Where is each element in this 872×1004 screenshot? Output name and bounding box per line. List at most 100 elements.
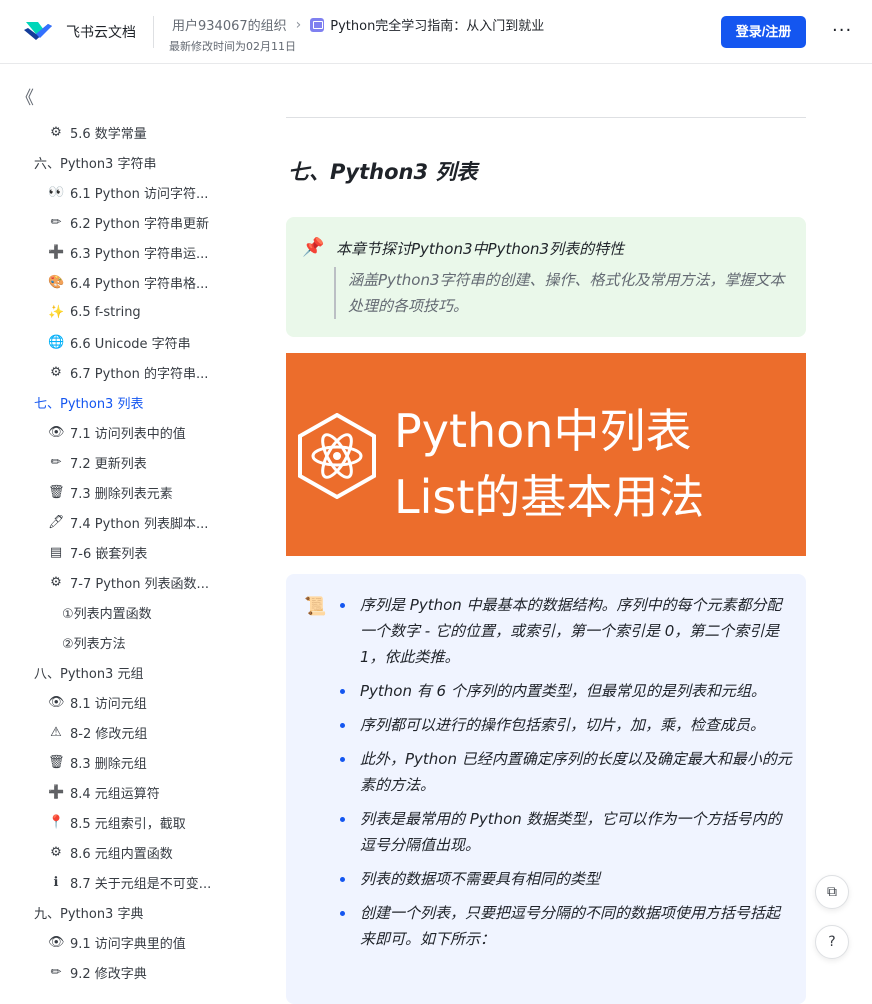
eye-icon: 👁 [48,934,65,950]
toc-item-label: 8-2 修改元组 [70,726,148,742]
login-register-button[interactable]: 登录/注册 [721,16,806,48]
toc-item-label: 6.4 Python 字符串格... [70,276,209,292]
toc-item-label: 9.2 修改字典 [70,966,147,982]
toc-item[interactable]: ➕ 8.4 元组运算符 [48,782,160,802]
toc-item[interactable]: ✏ 7.2 更新列表 [48,452,147,472]
toc-item[interactable]: ⚙ 5.6 数学常量 [48,122,147,142]
toc-item-label: 6.5 f-string [70,304,141,320]
toc-item-label: 7.1 访问列表中的值 [70,426,186,442]
breadcrumb-org[interactable]: 用户934067的组织 [172,15,287,34]
pencil-icon: ✏ [50,454,62,470]
globe-icon: 🌐 [48,334,65,350]
toc-item-label: 6.6 Unicode 字符串 [70,336,191,352]
toc-item[interactable]: ⚠ 8-2 修改元组 [48,722,147,742]
toc-item[interactable]: 🗑 7.3 删除列表元素 [48,482,173,502]
brand-name[interactable]: 飞书云文档 [66,22,136,42]
document-action-icon[interactable]: ⧉ [815,875,849,909]
toc-item-label: 6.3 Python 字符串运... [70,246,209,262]
list-item: 序列是 Python 中最基本的数据结构。序列中的每个元素都分配一个数字 - 它… [340,592,792,670]
sparkles-icon: ✨ [48,304,65,320]
eye-icon: 👁 [48,424,65,440]
toc-item[interactable]: ⚙ 7-7 Python 列表函数... [48,572,209,592]
list-item: 序列都可以进行的操作包括索引，切片，加，乘，检查成员。 [340,712,792,738]
eyes-icon: 👀 [48,184,65,200]
toc-item-label: 七、Python3 列表 [34,396,144,412]
react-atom-icon [298,413,376,499]
callout-block: 📌 本章节探讨Python3中Python3列表的特性 涵盖Python3字符串… [286,217,806,337]
help-icon[interactable]: ? [815,925,849,959]
pencil-icon: ✏ [50,214,62,230]
breadcrumb: 用户934067的组织 › Python完全学习指南：从入门到就业 [172,15,544,35]
toc-item-label: 六、Python3 字符串 [34,156,157,172]
plus-icon: ➕ [48,244,65,260]
toc-item-label: 6.1 Python 访问字符... [70,186,209,202]
scroll-icon: 📜 [304,596,327,617]
eye-icon: 👁 [48,694,65,710]
toc-item-label: 九、Python3 字典 [34,906,144,922]
warning-icon: ⚠ [50,724,62,740]
toc-item[interactable]: 👀 6.1 Python 访问字符... [48,182,208,202]
toc-item-label: 8.1 访问元组 [70,696,147,712]
top-bar: 飞书云文档 用户934067的组织 › Python完全学习指南：从入门到就业 … [0,0,872,64]
list-item: 此外，Python 已经内置确定序列的长度以及确定最大和最小的元素的方法。 [340,746,792,798]
toc-item-label: 8.6 元组内置函数 [70,846,173,862]
toc-item[interactable]: ⚙ 6.7 Python 的字符串... [48,362,208,382]
divider [286,117,806,118]
toc-item-label: ②列表方法 [62,636,126,652]
toc-item-label: ①列表内置函数 [62,606,152,622]
toc-item[interactable]: ②列表方法 [62,632,126,652]
pushpin-icon: 📌 [302,237,325,258]
toc-item[interactable]: 🖊 7.4 Python 列表脚本... [48,512,208,532]
banner-image: Python中列表 List的基本用法 [286,353,806,556]
toc-item[interactable]: ➕ 6.3 Python 字符串运... [48,242,208,262]
toc-item[interactable]: 八、Python3 元组 [34,662,143,682]
toc-item[interactable]: 🌐 6.6 Unicode 字符串 [48,332,191,352]
list-callout-block: 📜 序列是 Python 中最基本的数据结构。序列中的每个元素都分配一个数字 -… [286,574,806,1004]
toc-item-label: 7-7 Python 列表函数... [70,576,209,592]
list-item: Python 有 6 个序列的内置类型，但最常见的是列表和元组。 [340,678,792,704]
toc-item[interactable]: 九、Python3 字典 [34,902,143,922]
toc-item[interactable]: 📍 8.5 元组索引，截取 [48,812,186,832]
palette-icon: 🎨 [48,274,65,290]
toc-item-label: 7.2 更新列表 [70,456,147,472]
toc-item-label: 5.6 数学常量 [70,126,147,142]
toc-item[interactable]: 👁 9.1 访问字典里的值 [48,932,186,952]
info-icon: ℹ [53,874,59,890]
toc-item[interactable]: 七、Python3 列表 [34,392,143,412]
last-modified: 最新修改时间为02月11日 [169,40,296,53]
toc-item[interactable]: 👁 7.1 访问列表中的值 [48,422,186,442]
toc-item-label: 7-6 嵌套列表 [70,546,148,562]
toc-item-label: 6.7 Python 的字符串... [70,366,209,382]
toc-item[interactable]: ✨ 6.5 f-string [48,302,141,322]
toc-item[interactable]: 👁 8.1 访问元组 [48,692,147,712]
callout-title: 本章节探讨Python3中Python3列表的特性 [336,240,625,258]
toc-item-label: 8.4 元组运算符 [70,786,160,802]
toc-item-label: 八、Python3 元组 [34,666,144,682]
pencil-icon: ✏ [50,964,62,980]
toc-item[interactable]: ⚙ 8.6 元组内置函数 [48,842,173,862]
list-item: 列表的数据项不需要具有相同的类型 [340,866,792,892]
banner-title-line1: Python中列表 [394,404,692,458]
callout-quote: 涵盖Python3字符串的创建、操作、格式化及常用方法，掌握文本处理的各项技巧。 [334,267,792,319]
toc-item-label: 6.2 Python 字符串更新 [70,216,210,232]
feishu-logo-icon[interactable] [22,18,54,46]
stack-icon: ▤ [49,544,63,560]
gear-icon: ⚙ [50,364,62,380]
toc-item[interactable]: ✏ 6.2 Python 字符串更新 [48,212,209,232]
toc-item-label: 8.5 元组索引，截取 [70,816,186,832]
bullet-list: 序列是 Python 中最基本的数据结构。序列中的每个元素都分配一个数字 - 它… [340,592,792,960]
breadcrumb-doc-title[interactable]: Python完全学习指南：从入门到就业 [330,15,544,34]
more-icon[interactable]: ··· [832,20,852,41]
toc-item[interactable]: ▤ 7-6 嵌套列表 [48,542,148,562]
collapse-sidebar-icon[interactable]: 《 [16,84,34,110]
toc-item[interactable]: ①列表内置函数 [62,602,152,622]
gear-icon: ⚙ [50,844,62,860]
plus-icon: ➕ [48,784,65,800]
toc-item[interactable]: ℹ 8.7 关于元组是不可变... [48,872,212,892]
toc-item-label: 8.3 删除元组 [70,756,147,772]
pin-icon: 📍 [48,814,65,830]
toc-item[interactable]: 🎨 6.4 Python 字符串格... [48,272,208,292]
toc-item[interactable]: 🗑 8.3 删除元组 [48,752,147,772]
toc-item[interactable]: ✏ 9.2 修改字典 [48,962,147,982]
toc-item[interactable]: 六、Python3 字符串 [34,152,156,172]
